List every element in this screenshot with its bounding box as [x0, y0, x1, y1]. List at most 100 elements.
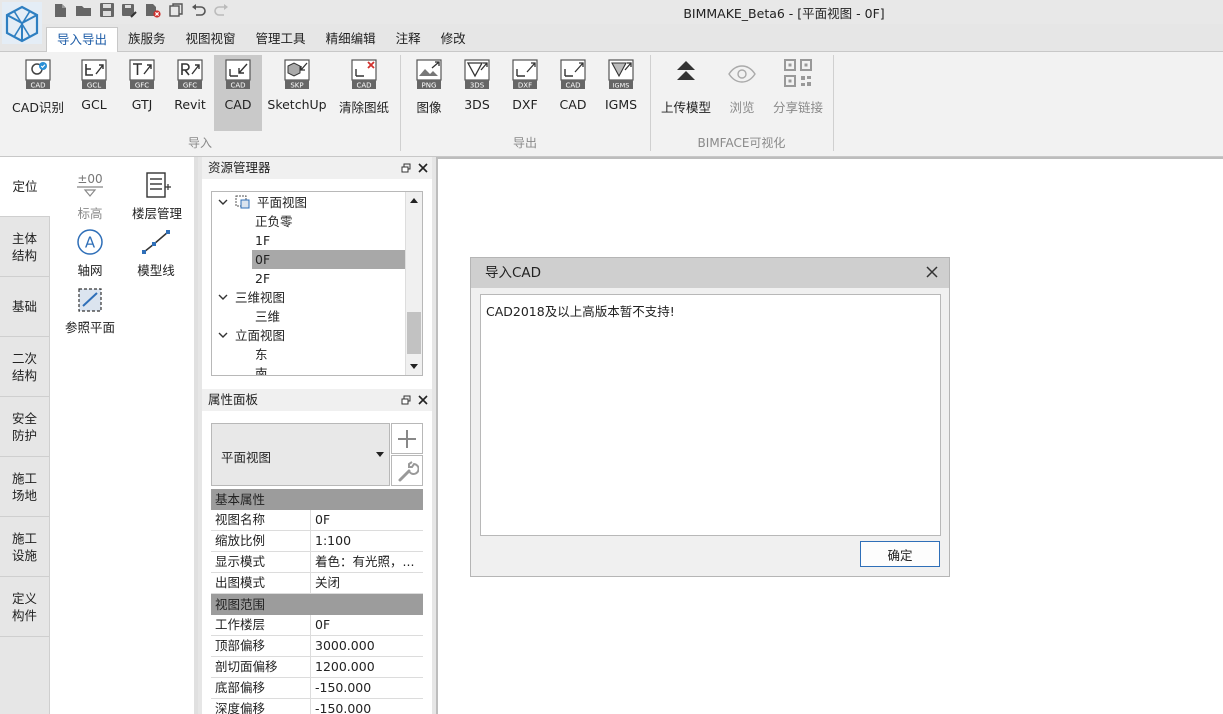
- prop-row: 底部偏移 -150.000: [211, 678, 423, 699]
- prop-value[interactable]: -150.000: [311, 678, 423, 698]
- igms-export-button[interactable]: IGMS IGMS: [601, 55, 641, 131]
- chevron-down-icon[interactable]: [218, 197, 228, 207]
- tree-node-2f[interactable]: 2F: [212, 269, 405, 288]
- upload-model-button[interactable]: 上传模型: [660, 55, 712, 131]
- prop-row: 出图模式 关闭: [211, 573, 423, 594]
- tab-annotation[interactable]: 注释: [386, 27, 431, 51]
- cad-export-icon: CAD: [560, 59, 586, 89]
- resource-tree-scrollbar[interactable]: [405, 192, 422, 375]
- reference-plane-label: 参照平面: [64, 320, 115, 335]
- resource-manager-header: 资源管理器: [202, 157, 432, 179]
- model-line-tool[interactable]: 模型线: [134, 228, 178, 279]
- ok-button[interactable]: 确定: [860, 541, 940, 567]
- prop-key: 工作楼层: [211, 615, 311, 635]
- gtj-import-button[interactable]: GFC GTJ: [120, 55, 164, 131]
- prop-value[interactable]: 1:100: [311, 531, 423, 551]
- cad-import-label: CAD: [224, 97, 252, 112]
- grid-tool[interactable]: A 轴网: [68, 228, 112, 279]
- plan-view-icon: [235, 195, 250, 209]
- svg-text:GFC: GFC: [135, 81, 149, 89]
- prop-value[interactable]: 1200.000: [311, 657, 423, 677]
- rail-item-main-structure[interactable]: 主体 结构: [0, 217, 49, 277]
- tree-node-3d[interactable]: 三维: [212, 307, 405, 326]
- tab-management-tools[interactable]: 管理工具: [246, 27, 316, 51]
- properties-header: 属性面板: [202, 389, 432, 411]
- tree-node-0f[interactable]: 0F: [252, 250, 405, 269]
- category-rail: 定位 主体 结构 基础 二次 结构 安全 防护 施工 场地 施工 设施 定义 构…: [0, 157, 50, 714]
- svg-text:3DS: 3DS: [470, 81, 485, 89]
- sketchup-label: SketchUp: [267, 97, 327, 112]
- section-view-range: 视图范围: [211, 594, 423, 615]
- revit-import-button[interactable]: GFC Revit: [168, 55, 212, 131]
- reference-plane-tool[interactable]: 参照平面: [62, 285, 118, 336]
- floor-management-tool[interactable]: 楼层管理: [130, 171, 184, 222]
- prop-value[interactable]: 0F: [311, 510, 423, 530]
- prop-row: 缩放比例 1:100: [211, 531, 423, 552]
- gcl-icon: GCL: [81, 59, 107, 89]
- dxf-export-label: DXF: [512, 97, 538, 112]
- type-selector-dropdown[interactable]: 平面视图: [211, 423, 390, 486]
- float-panel-icon[interactable]: [401, 395, 411, 405]
- close-panel-icon[interactable]: [418, 163, 428, 173]
- share-link-button: 分享链接: [772, 55, 824, 131]
- properties-table: 基本属性 视图名称 0F 缩放比例 1:100 显示模式 着色：有光照，... 出图模…: [211, 489, 423, 714]
- prop-value[interactable]: 3000.000: [311, 636, 423, 656]
- prop-value[interactable]: -150.000: [311, 699, 423, 714]
- scroll-down-icon[interactable]: [409, 363, 419, 371]
- close-panel-icon[interactable]: [418, 395, 428, 405]
- svg-text:CAD: CAD: [30, 81, 45, 89]
- rail-item-secondary-structure[interactable]: 二次 结构: [0, 337, 49, 397]
- float-panel-icon[interactable]: [401, 163, 411, 173]
- prop-value[interactable]: 0F: [311, 615, 423, 635]
- grid-axis-icon: A: [77, 229, 103, 255]
- prop-value[interactable]: 关闭: [311, 573, 423, 593]
- prop-row: 工作楼层 0F: [211, 615, 423, 636]
- 3ds-export-button[interactable]: 3DS 3DS: [457, 55, 497, 131]
- section-basic-properties: 基本属性: [211, 489, 423, 510]
- add-type-button[interactable]: [391, 423, 423, 454]
- clear-drawing-button[interactable]: CAD 清除图纸: [336, 55, 392, 131]
- rail-item-define-component[interactable]: 定义 构件: [0, 577, 49, 637]
- rail-item-construction-site[interactable]: 施工 场地: [0, 457, 49, 517]
- ribbon-divider: [833, 55, 834, 151]
- prop-key: 显示模式: [211, 552, 311, 572]
- tree-node-zero[interactable]: 正负零: [212, 212, 405, 231]
- tab-modify[interactable]: 修改: [431, 27, 476, 51]
- dialog-message: CAD2018及以上高版本暂不支持!: [486, 304, 675, 319]
- prop-value[interactable]: 着色：有光照，...: [311, 552, 423, 572]
- tree-node-plan-view[interactable]: 平面视图: [212, 193, 405, 212]
- model-line-label: 模型线: [137, 263, 175, 278]
- tree-node-1f[interactable]: 1F: [212, 231, 405, 250]
- tree-node-east[interactable]: 东: [212, 345, 405, 364]
- tree-node-3d-view[interactable]: 三维视图: [212, 288, 405, 307]
- chevron-down-icon[interactable]: [218, 330, 228, 340]
- svg-text:PNG: PNG: [422, 81, 437, 89]
- chevron-down-icon[interactable]: [218, 292, 228, 302]
- image-export-button[interactable]: PNG 图像: [409, 55, 449, 131]
- eye-icon: [728, 65, 756, 83]
- prop-key: 深度偏移: [211, 699, 311, 714]
- scroll-thumb[interactable]: [407, 312, 421, 354]
- tab-fine-edit[interactable]: 精细编辑: [316, 27, 386, 51]
- tab-view-window[interactable]: 视图视窗: [176, 27, 246, 51]
- tab-family-service[interactable]: 族服务: [118, 27, 176, 51]
- rail-item-construction-facility[interactable]: 施工 设施: [0, 517, 49, 577]
- import-cad-dialog: 导入CAD CAD2018及以上高版本暂不支持! 确定: [470, 257, 950, 577]
- rail-item-safety-protection[interactable]: 安全 防护: [0, 397, 49, 457]
- scroll-up-icon[interactable]: [409, 196, 419, 204]
- svg-text:GFC: GFC: [183, 81, 197, 89]
- dxf-export-button[interactable]: DXF DXF: [505, 55, 545, 131]
- gcl-import-button[interactable]: GCL GCL: [72, 55, 116, 131]
- tab-import-export[interactable]: 导入导出: [46, 27, 119, 52]
- close-icon[interactable]: [925, 265, 939, 279]
- tree-node-elevation-view[interactable]: 立面视图: [212, 326, 405, 345]
- edit-type-button[interactable]: [391, 455, 423, 486]
- revit-label: Revit: [174, 97, 206, 112]
- rail-item-positioning[interactable]: 定位: [0, 157, 50, 217]
- rail-item-foundation[interactable]: 基础: [0, 277, 49, 337]
- cad-import-button[interactable]: CAD CAD: [214, 55, 262, 131]
- sketchup-import-button[interactable]: SKP SketchUp: [266, 55, 328, 131]
- cad-export-button[interactable]: CAD CAD: [553, 55, 593, 131]
- tree-node-south[interactable]: 南: [212, 364, 405, 375]
- cad-recognize-button[interactable]: CAD CAD识别: [10, 55, 66, 131]
